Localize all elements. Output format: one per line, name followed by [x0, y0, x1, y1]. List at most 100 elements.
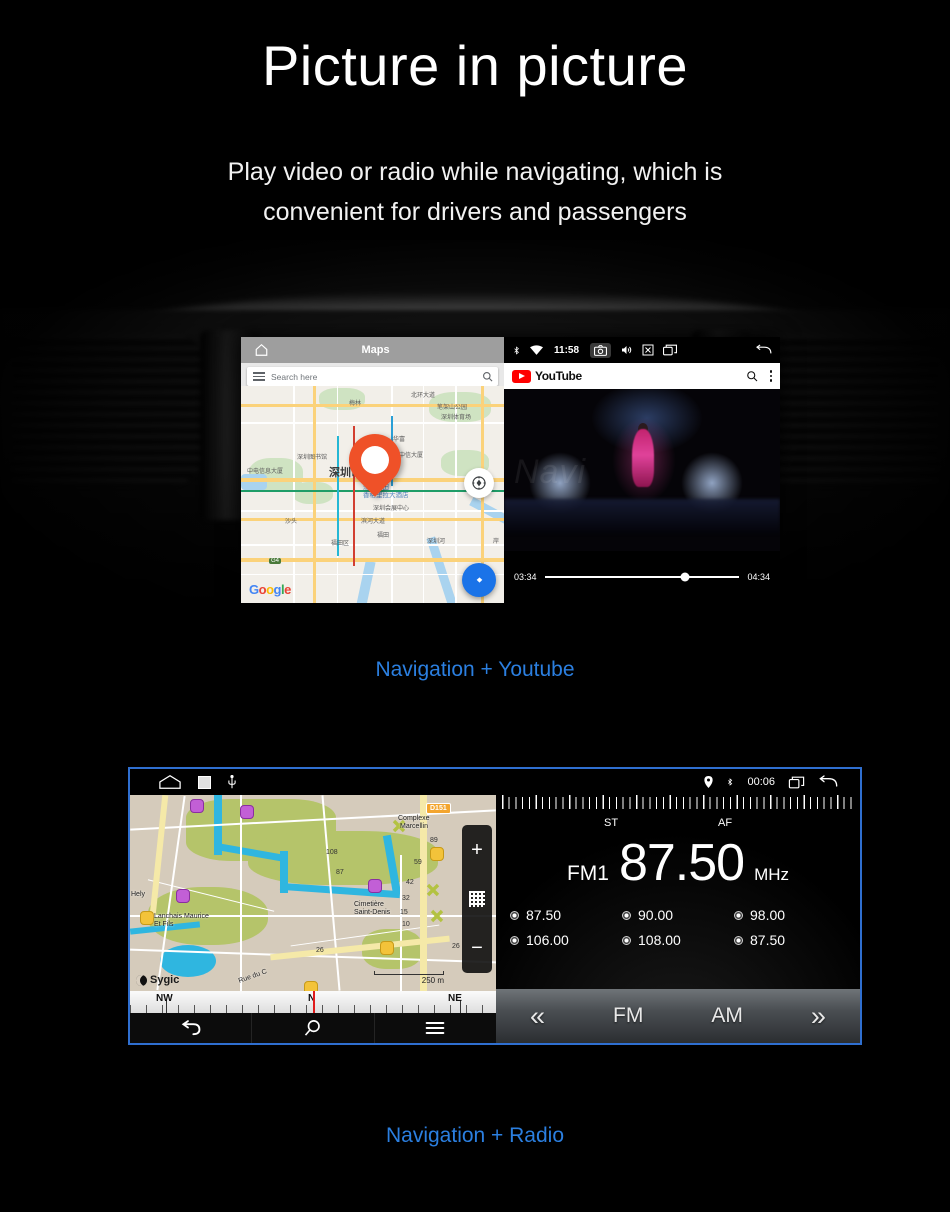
video-current-time: 03:34: [514, 572, 537, 582]
map-label: 笔架山公园: [437, 405, 468, 411]
house-number: 26: [452, 943, 460, 950]
recents-icon[interactable]: [663, 344, 678, 356]
map-highway-shield: G4: [269, 558, 282, 564]
search-input[interactable]: Search here: [247, 367, 498, 386]
preset-button[interactable]: 87.50: [734, 932, 846, 948]
more-vertical-icon[interactable]: [769, 370, 772, 382]
map-label: Lanchais Maurice: [154, 913, 209, 920]
fm-band-button[interactable]: FM: [613, 1004, 643, 1028]
prev-station-button[interactable]: «: [530, 1001, 545, 1032]
compass-icon[interactable]: [464, 468, 494, 498]
map-label: 深圳体育场: [441, 415, 472, 421]
page-root: Picture in picture Play video or radio w…: [0, 0, 950, 1212]
maps-appbar: Maps: [241, 337, 504, 363]
map-label: 深圳河: [427, 539, 446, 545]
status-time: 00:06: [747, 776, 775, 788]
map-label: Cimetière: [354, 901, 384, 908]
back-arrow-icon[interactable]: [818, 775, 838, 789]
camera-icon[interactable]: [590, 342, 612, 358]
preset-dot-icon: [622, 910, 631, 920]
sygic-wordmark: Sygic: [150, 974, 180, 986]
preset-button[interactable]: 106.00: [510, 932, 622, 948]
search-icon[interactable]: [476, 371, 498, 382]
road-shield: D151: [426, 803, 451, 814]
map-label: Hely: [131, 891, 146, 898]
map-label: 福田: [377, 533, 390, 539]
hamburger-icon[interactable]: [247, 372, 271, 381]
map-label: 福田区: [331, 541, 350, 547]
grid-icon[interactable]: [469, 890, 485, 907]
house-number: 10: [402, 921, 410, 928]
map-label: 深圳会展中心: [373, 506, 410, 512]
preset-label: 90.00: [638, 907, 674, 923]
back-arrow-icon[interactable]: [755, 344, 772, 356]
radio-control-bar: « FM AM »: [496, 989, 860, 1043]
preset-dot-icon: [622, 935, 631, 945]
head-unit-screen-navigation-youtube: Maps Search here 北环大道 笔架山公园 深圳体育场 梅林 华富 …: [241, 337, 780, 603]
preset-dot-icon: [510, 910, 519, 920]
house-number: 89: [430, 837, 438, 844]
caption-navigation-youtube: Navigation + Youtube: [375, 658, 575, 681]
minus-icon[interactable]: −: [471, 938, 483, 958]
map-scale-label: 250 m: [421, 976, 444, 985]
youtube-pane: 11:58 YouTube Navi 03:34 04:34: [504, 337, 780, 603]
plus-icon[interactable]: +: [471, 840, 483, 860]
radio-frequency-unit: MHz: [754, 865, 790, 884]
map-label: Complexe: [398, 815, 430, 822]
subtitle-line-1: Play video or radio while navigating, wh…: [227, 158, 723, 186]
house-number: 26: [316, 947, 324, 954]
youtube-video-frame[interactable]: Navi: [504, 389, 780, 551]
back-arrow-icon[interactable]: [130, 1013, 253, 1043]
compass-label-nw: NW: [156, 993, 173, 1004]
compass-strip[interactable]: NW N NE: [130, 991, 496, 1013]
am-band-button[interactable]: AM: [711, 1004, 743, 1028]
preset-button[interactable]: 98.00: [734, 907, 846, 923]
volume-icon[interactable]: [620, 344, 633, 356]
next-station-button[interactable]: »: [811, 1001, 826, 1032]
sygic-moon-icon: [136, 974, 147, 986]
map-label: 华富: [393, 437, 406, 443]
map-label: 梅林: [349, 401, 362, 407]
maps-pane: Maps Search here 北环大道 笔架山公园 深圳体育场 梅林 华富 …: [241, 337, 504, 603]
home-outline-icon[interactable]: [158, 775, 182, 789]
navigation-arrow-icon[interactable]: [462, 563, 496, 597]
hamburger-menu-icon[interactable]: [375, 1013, 496, 1043]
preset-button[interactable]: 87.50: [510, 907, 622, 923]
preset-button[interactable]: 90.00: [622, 907, 734, 923]
page-subtitle: Play video or radio while navigating, wh…: [0, 152, 950, 232]
search-icon[interactable]: [746, 370, 758, 382]
preset-label: 87.50: [526, 907, 562, 923]
background-watermark: [300, 716, 650, 744]
af-indicator: AF: [718, 817, 733, 829]
preset-dot-icon: [510, 935, 519, 945]
page-title: Picture in picture: [261, 34, 689, 97]
sygic-map-canvas[interactable]: D151 89 59 42 32 15 10 108 87 26 26 Comp…: [130, 795, 496, 991]
map-canvas[interactable]: 北环大道 笔架山公园 深圳体育场 梅林 华富 深圳图书馆 中信大厦 中电信息大厦…: [241, 386, 504, 603]
home-icon[interactable]: [241, 343, 281, 357]
map-label: Et Fils: [154, 921, 174, 928]
map-label: Saint-Denis: [354, 909, 391, 916]
preset-dot-icon: [734, 935, 743, 945]
close-box-icon[interactable]: [642, 344, 654, 356]
st-indicator: ST: [604, 817, 619, 829]
radio-band-label: FM1: [566, 862, 609, 885]
preset-button[interactable]: 108.00: [622, 932, 734, 948]
video-progress-slider[interactable]: [544, 572, 740, 582]
preset-label: 106.00: [526, 932, 569, 948]
house-number: 15: [400, 909, 408, 916]
progress-knob[interactable]: [680, 572, 690, 582]
search-placeholder: Search here: [271, 371, 318, 382]
square-icon[interactable]: [198, 775, 211, 789]
subtitle-line-2: convenient for drivers and passengers: [263, 198, 687, 226]
house-number: 42: [406, 879, 414, 886]
preset-label: 87.50: [750, 932, 786, 948]
recents-icon[interactable]: [788, 776, 805, 789]
search-icon[interactable]: [252, 1013, 375, 1043]
map-label: Marcellin: [400, 823, 429, 830]
house-number: 87: [336, 869, 344, 876]
maps-title: Maps: [361, 344, 390, 356]
map-label: 中电信息大厦: [247, 469, 284, 475]
location-pin-icon: [704, 776, 714, 788]
youtube-wordmark: YouTube: [535, 369, 582, 383]
youtube-play-icon: [512, 369, 531, 383]
